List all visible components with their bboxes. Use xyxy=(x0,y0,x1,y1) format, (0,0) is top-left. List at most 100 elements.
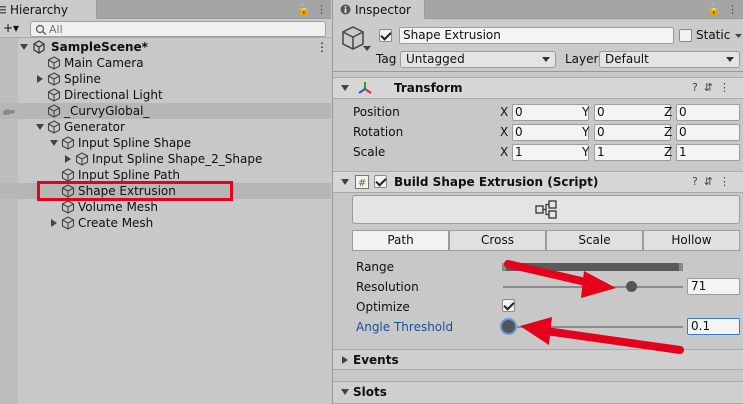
resolution-slider-handle[interactable] xyxy=(625,281,637,292)
tab-cross[interactable]: Cross xyxy=(449,230,546,251)
chevron-down-icon[interactable] xyxy=(36,123,44,131)
chevron-right-icon[interactable] xyxy=(50,219,58,227)
lock-icon[interactable]: 🔒 xyxy=(297,3,315,16)
hierarchy-tab-label: Hierarchy xyxy=(10,3,69,17)
inspector-tab[interactable]: Inspector xyxy=(333,0,425,19)
position-x-field[interactable]: 0 xyxy=(512,104,589,121)
transform-header[interactable]: Transform ?⇵⋮ xyxy=(333,77,743,99)
chevron-right-icon[interactable] xyxy=(64,155,72,163)
annotation-highlight-box xyxy=(37,181,233,201)
slots-label: Slots xyxy=(353,385,387,399)
events-foldout[interactable]: Events xyxy=(333,349,743,370)
inspector-panel: Inspector 🔒 ⋮ Shape Extrusion Static Tag… xyxy=(332,0,743,404)
scale-y-field[interactable]: 1 xyxy=(594,144,671,161)
scale-x-field[interactable]: 1 xyxy=(512,144,589,161)
unity-scene-icon xyxy=(33,40,45,54)
object-name-field[interactable]: Shape Extrusion xyxy=(399,27,674,44)
tab-hollow[interactable]: Hollow xyxy=(643,230,740,251)
static-label: Static xyxy=(696,28,731,42)
svg-text:#: # xyxy=(358,178,366,189)
hierarchy-item-label: Main Camera xyxy=(64,56,144,70)
angle-slider-handle[interactable] xyxy=(502,320,515,333)
gameobject-cube-icon xyxy=(47,104,61,118)
hierarchy-row-samplescene[interactable]: SampleScene* ⋮ xyxy=(0,39,331,55)
range-slider[interactable] xyxy=(502,263,683,271)
script-enabled-checkbox[interactable] xyxy=(374,175,387,188)
hierarchy-toolbar: +▾ xyxy=(0,19,331,38)
transform-axes-icon xyxy=(358,82,372,94)
tag-dropdown[interactable]: Untagged xyxy=(400,51,556,68)
component-header-icons[interactable]: ?⇵⋮ xyxy=(692,175,736,188)
chevron-down-icon[interactable] xyxy=(20,43,28,51)
create-button[interactable]: +▾ xyxy=(3,21,29,36)
open-graph-button[interactable] xyxy=(352,195,740,224)
tab-path[interactable]: Path xyxy=(352,230,449,251)
angle-slider-track[interactable] xyxy=(503,326,683,328)
transform-title: Transform xyxy=(394,81,463,95)
position-y-field[interactable]: 0 xyxy=(594,104,671,121)
hierarchy-row[interactable]: Create Mesh xyxy=(0,215,331,231)
hierarchy-row[interactable]: _CurvyGlobal_ xyxy=(0,103,331,119)
script-component-header[interactable]: # Build Shape Extrusion (Script) ?⇵⋮ xyxy=(333,171,743,193)
hierarchy-item-label: Directional Light xyxy=(64,88,163,102)
hierarchy-search-input[interactable] xyxy=(49,22,319,36)
position-label: Position xyxy=(353,105,400,119)
kebab-menu-icon[interactable]: ⋮ xyxy=(316,3,331,16)
rotation-label: Rotation xyxy=(353,125,404,139)
rotation-y-field[interactable]: 0 xyxy=(594,124,671,141)
axis-z-label: Z xyxy=(664,145,673,159)
hierarchy-row[interactable]: Volume Mesh xyxy=(0,199,331,215)
slots-foldout[interactable]: Slots xyxy=(333,381,743,404)
chevron-down-icon[interactable] xyxy=(341,389,349,395)
hierarchy-item-label: Spline xyxy=(64,72,101,86)
chevron-down-icon xyxy=(542,57,550,62)
active-checkbox[interactable] xyxy=(379,29,392,42)
angle-threshold-label: Angle Threshold xyxy=(356,320,454,334)
resolution-slider-track[interactable] xyxy=(503,286,683,288)
rotation-z-field[interactable]: 0 xyxy=(676,124,740,141)
search-icon xyxy=(35,24,47,35)
lock-icon[interactable]: 🔒 xyxy=(707,3,725,16)
static-checkbox[interactable] xyxy=(679,29,692,42)
chevron-right-icon[interactable] xyxy=(36,75,44,83)
tag-label: Tag xyxy=(376,52,397,66)
rotation-x-field[interactable]: 0 xyxy=(512,124,589,141)
kebab-menu-icon[interactable]: ⋮ xyxy=(316,40,328,54)
axis-z-label: Z xyxy=(664,125,673,139)
hierarchy-row[interactable]: Main Camera xyxy=(0,55,331,71)
hierarchy-row[interactable]: Directional Light xyxy=(0,87,331,103)
gameobject-cube-icon xyxy=(47,120,61,134)
chevron-down-icon[interactable] xyxy=(341,179,349,185)
angle-threshold-field[interactable]: 0.1 xyxy=(687,318,740,335)
layer-dropdown[interactable]: Default xyxy=(599,51,740,68)
resolution-field[interactable]: 71 xyxy=(687,278,740,295)
hierarchy-item-label: Volume Mesh xyxy=(78,200,159,214)
optimize-label: Optimize xyxy=(356,300,410,314)
chevron-down-icon xyxy=(726,57,734,62)
hierarchy-row[interactable]: Spline xyxy=(0,71,331,87)
scale-z-field[interactable]: 1 xyxy=(676,144,740,161)
hierarchy-row[interactable]: Input Spline Shape xyxy=(0,135,331,151)
optimize-checkbox[interactable] xyxy=(502,299,515,312)
hierarchy-row[interactable]: Generator xyxy=(0,119,331,135)
chevron-down-icon[interactable] xyxy=(735,34,742,39)
hierarchy-tab[interactable]: Hierarchy xyxy=(0,0,97,19)
hierarchy-search[interactable] xyxy=(30,21,326,37)
chevron-down-icon[interactable] xyxy=(341,85,349,91)
hierarchy-item-label: _CurvyGlobal_ xyxy=(64,104,150,118)
kebab-menu-icon[interactable]: ⋮ xyxy=(727,3,742,16)
chevron-down-icon[interactable] xyxy=(363,46,371,52)
component-header-icons[interactable]: ?⇵⋮ xyxy=(692,81,736,94)
layer-value: Default xyxy=(605,52,649,66)
tab-scale[interactable]: Scale xyxy=(546,230,643,251)
axis-z-label: Z xyxy=(664,105,673,119)
range-max-handle[interactable] xyxy=(679,263,683,271)
chevron-right-icon[interactable] xyxy=(342,356,348,364)
hierarchy-item-label: Input Spline Shape_2_Shape xyxy=(92,152,263,166)
chevron-down-icon[interactable] xyxy=(50,139,58,147)
range-min-handle[interactable] xyxy=(502,263,506,271)
position-z-field[interactable]: 0 xyxy=(676,104,740,121)
module-tabbar: Path Cross Scale Hollow xyxy=(352,230,740,251)
scale-label: Scale xyxy=(353,145,386,159)
hierarchy-row[interactable]: Input Spline Shape_2_Shape xyxy=(0,151,331,167)
